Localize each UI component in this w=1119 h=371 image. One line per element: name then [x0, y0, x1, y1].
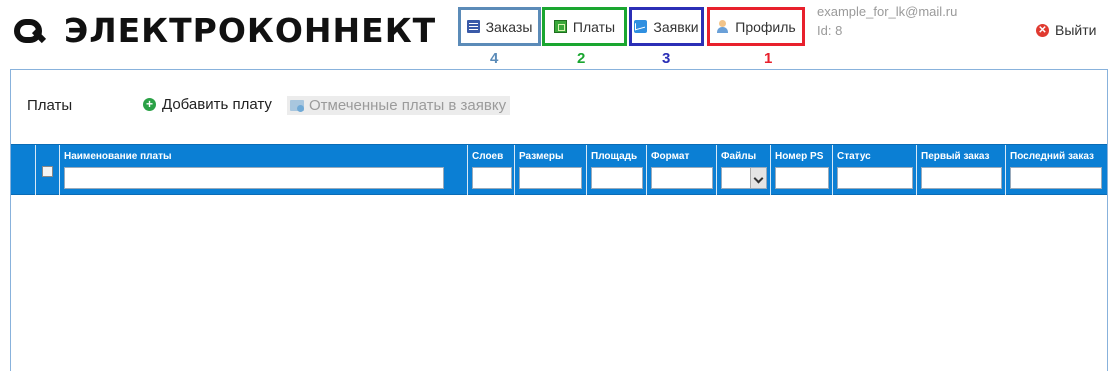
column-files: Файлы [716, 145, 770, 195]
filter-status-input[interactable] [837, 167, 913, 189]
filter-sizes-input[interactable] [519, 167, 582, 189]
row-number-header [11, 145, 35, 195]
column-layers: Слоев [467, 145, 514, 195]
column-status: Статус [832, 145, 916, 195]
annotation-boards: 2 [577, 50, 586, 67]
nav-boards-button[interactable]: Платы [542, 7, 627, 46]
boards-icon [553, 20, 567, 33]
filter-last-order-input[interactable] [1010, 167, 1102, 189]
user-id: Id: 8 [817, 23, 843, 38]
marked-to-request-label: Отмеченные платы в заявку [309, 97, 507, 114]
filter-first-order-input[interactable] [921, 167, 1002, 189]
column-format-header[interactable]: Формат [651, 151, 689, 162]
nav-orders-button[interactable]: Заказы [458, 7, 541, 46]
profile-icon [716, 20, 729, 33]
column-last-order: Последний заказ [1005, 145, 1107, 195]
filter-layers-input[interactable] [472, 167, 512, 189]
logo-mark-icon [14, 15, 48, 45]
nav-orders-label: Заказы [485, 18, 533, 35]
filter-board-name-input[interactable] [64, 167, 444, 189]
chevron-down-icon [750, 168, 766, 188]
select-all-column [35, 145, 59, 195]
column-area-header[interactable]: Площадь [591, 151, 637, 162]
column-layers-header[interactable]: Слоев [472, 151, 503, 162]
boards-panel: Платы + Добавить плату Отмеченные платы … [10, 69, 1108, 371]
orders-icon [466, 20, 480, 33]
add-board-label: Добавить плату [162, 96, 272, 113]
logo-text: ЭЛЕКТРОКОННЕКТ [64, 10, 437, 50]
column-first-order-header[interactable]: Первый заказ [921, 151, 990, 162]
user-email: example_for_lk@mail.ru [817, 4, 958, 19]
envelope-icon [290, 100, 304, 112]
column-format: Формат [646, 145, 716, 195]
select-all-checkbox[interactable] [42, 166, 53, 177]
nav-requests-button[interactable]: Заявки [629, 7, 704, 46]
plus-icon: + [143, 98, 156, 111]
annotation-orders: 4 [490, 50, 499, 67]
marked-to-request-button[interactable]: Отмеченные платы в заявку [287, 96, 511, 115]
add-board-button[interactable]: + Добавить плату [143, 96, 272, 113]
column-last-order-header[interactable]: Последний заказ [1010, 151, 1094, 162]
column-ps-number-header[interactable]: Номер PS [775, 151, 823, 162]
close-circle-icon: ✕ [1036, 23, 1049, 37]
nav-requests-label: Заявки [653, 18, 699, 35]
filter-format-input[interactable] [651, 167, 713, 189]
column-board-name: Наименование платы [59, 145, 467, 195]
logout-label: Выйти [1055, 22, 1097, 38]
column-area: Площадь [586, 145, 646, 195]
nav-boards-label: Платы [572, 18, 616, 35]
column-first-order: Первый заказ [916, 145, 1005, 195]
logout-button[interactable]: ✕ Выйти [1036, 22, 1096, 38]
nav-profile-label: Профиль [735, 18, 796, 35]
column-files-header[interactable]: Файлы [721, 151, 756, 162]
column-status-header[interactable]: Статус [837, 151, 871, 162]
annotation-profile: 1 [764, 50, 773, 67]
column-ps-number: Номер PS [770, 145, 832, 195]
boards-grid-header: Наименование платы Слоев Размеры Площадь… [11, 144, 1107, 195]
logo[interactable]: ЭЛЕКТРОКОННЕКТ [14, 12, 436, 48]
filter-ps-number-input[interactable] [775, 167, 829, 189]
requests-icon [634, 20, 648, 33]
filter-files-select[interactable] [721, 167, 767, 189]
annotation-requests: 3 [662, 50, 671, 67]
filter-area-input[interactable] [591, 167, 643, 189]
page-title: Платы [27, 97, 73, 114]
column-sizes-header[interactable]: Размеры [519, 151, 564, 162]
column-board-name-header[interactable]: Наименование платы [64, 151, 172, 162]
column-sizes: Размеры [514, 145, 586, 195]
nav-profile-button[interactable]: Профиль [707, 7, 805, 46]
